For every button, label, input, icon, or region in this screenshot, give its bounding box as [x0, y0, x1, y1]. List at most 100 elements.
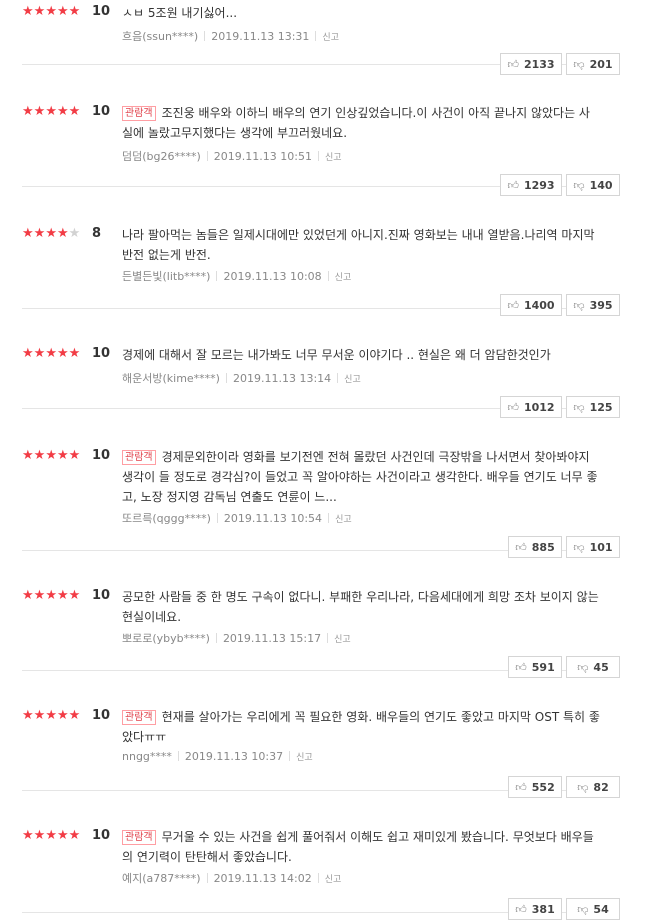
like-button[interactable]: 👍︎ 1012 — [500, 396, 562, 418]
star-icon: ★ — [45, 226, 57, 241]
report-link[interactable]: 신고 — [335, 273, 352, 283]
star-icon: ★ — [22, 104, 34, 119]
review-body: 나라 팔아먹는 놈들은 일제시대에만 있었던게 아니지.진짜 영화보는 내내 열… — [122, 225, 600, 265]
vote-buttons: 👍︎ 2133 👎︎ 201 — [500, 53, 620, 75]
review-author[interactable]: 예지(a787****) — [122, 872, 201, 885]
dislike-button[interactable]: 👎︎ 82 — [566, 776, 620, 798]
star-rating: ★★★★★ — [22, 4, 80, 20]
dislike-count: 201 — [589, 57, 613, 71]
review-item: ★★★★★ 10 경제에 대해서 잘 모르는 내가봐도 너무 무서운 이야기다 ..… — [22, 345, 620, 418]
star-rating: ★★★★★ — [22, 828, 80, 844]
star-rating: ★★★★★ — [22, 226, 80, 242]
star-icon: ★ — [33, 708, 46, 723]
dislike-count: 395 — [589, 298, 613, 312]
like-button[interactable]: 👍︎ 381 — [508, 898, 562, 920]
review-date: 2019.11.13 13:14 — [232, 372, 332, 385]
rating-score: 10 — [92, 104, 111, 119]
review-meta: 해운서방(kime****) 2019.11.13 13:14 신고 — [122, 370, 361, 386]
divider — [337, 373, 339, 383]
dislike-button[interactable]: 👎︎ 45 — [566, 656, 620, 678]
star-icon: ★ — [45, 708, 57, 723]
review-date: 2019.11.13 10:51 — [213, 150, 312, 163]
dislike-count: 54 — [593, 902, 609, 916]
review-meta: 또르륵(qggg****) 2019.11.13 10:54 신고 — [122, 510, 352, 526]
like-button[interactable]: 👍︎ 2133 — [500, 53, 562, 75]
review-author[interactable]: 흐음(ssun****) — [122, 30, 198, 43]
review-text: 현재를 살아가는 우리에게 꼭 필요한 영화. 배우들의 연기도 좋았고 마지막… — [122, 710, 600, 744]
vote-buttons: 👍︎ 885 👎︎ 101 — [508, 536, 620, 558]
divider — [327, 271, 329, 281]
review-body: 관람객 무거울 수 있는 사건을 쉽게 풀어줘서 이해도 쉽고 재미있게 봤습니다… — [122, 827, 600, 867]
thumbs-down-icon: 👎︎ — [573, 540, 585, 554]
divider — [317, 151, 319, 161]
dislike-button[interactable]: 👎︎ 140 — [566, 174, 620, 196]
star-rating: ★★★★★ — [22, 588, 80, 604]
review-meta: 예지(a787****) 2019.11.13 14:02 신고 — [122, 870, 341, 886]
review-author[interactable]: 또르륵(qggg****) — [122, 512, 211, 525]
review-text: ㅅㅂ 5조원 내기싫어... — [122, 6, 238, 20]
star-icon: ★ — [56, 708, 69, 723]
like-button[interactable]: 👍︎ 885 — [508, 536, 562, 558]
review-meta: nngg**** 2019.11.13 10:37 신고 — [122, 750, 313, 763]
divider — [177, 751, 179, 761]
dislike-button[interactable]: 👎︎ 101 — [566, 536, 620, 558]
like-button[interactable]: 👍︎ 591 — [508, 656, 562, 678]
thumbs-up-icon: 👍︎ — [515, 660, 527, 674]
dislike-button[interactable]: 👎︎ 395 — [566, 294, 620, 316]
report-link[interactable]: 신고 — [325, 875, 342, 885]
review-author[interactable]: nngg**** — [122, 750, 172, 763]
star-rating: ★★★★★ — [22, 104, 80, 120]
rating-score: 10 — [92, 588, 111, 603]
star-icon: ★ — [33, 828, 46, 843]
star-icon: ★ — [33, 448, 46, 463]
review-item: ★★★★★ 10 관람객 조진웅 배우와 이하늬 배우의 연기 인상깊었습니다.이 사… — [22, 104, 620, 196]
dislike-button[interactable]: 👎︎ 125 — [566, 396, 620, 418]
star-icon: ★ — [45, 104, 57, 119]
report-link[interactable]: 신고 — [344, 375, 361, 385]
review-author[interactable]: 뽀로로(ybyb****) — [122, 632, 210, 645]
star-icon: ★ — [68, 226, 81, 241]
star-icon: ★ — [68, 4, 81, 19]
like-button[interactable]: 👍︎ 1400 — [500, 294, 562, 316]
divider — [204, 31, 206, 41]
like-count: 552 — [531, 780, 555, 794]
vote-buttons: 👍︎ 591 👎︎ 45 — [508, 656, 620, 678]
star-icon: ★ — [56, 4, 69, 19]
like-button[interactable]: 👍︎ 1293 — [500, 174, 562, 196]
divider — [315, 31, 317, 41]
report-link[interactable]: 신고 — [296, 753, 313, 763]
like-button[interactable]: 👍︎ 552 — [508, 776, 562, 798]
like-count: 1400 — [523, 298, 555, 312]
dislike-button[interactable]: 👎︎ 201 — [566, 53, 620, 75]
divider — [215, 633, 217, 643]
report-link[interactable]: 신고 — [334, 635, 351, 645]
star-icon: ★ — [45, 4, 57, 19]
report-link[interactable]: 신고 — [322, 33, 339, 43]
review-meta: 뽀로로(ybyb****) 2019.11.13 15:17 신고 — [122, 630, 351, 646]
star-icon: ★ — [56, 828, 69, 843]
review-author[interactable]: 든별든빛(litb****) — [122, 270, 210, 283]
review-item: ★★★★★ 10 관람객 현재를 살아가는 우리에게 꼭 필요한 영화. 배우들의 연… — [22, 708, 620, 798]
star-icon: ★ — [68, 346, 81, 361]
viewer-badge: 관람객 — [122, 710, 156, 725]
dislike-count: 140 — [589, 178, 613, 192]
star-icon: ★ — [56, 588, 69, 603]
review-author[interactable]: 덤덤(bg26****) — [122, 150, 201, 163]
review-date: 2019.11.13 10:54 — [223, 512, 323, 525]
star-icon: ★ — [68, 588, 81, 603]
report-link[interactable]: 신고 — [335, 515, 352, 525]
star-icon: ★ — [45, 346, 57, 361]
star-icon: ★ — [56, 104, 69, 119]
review-author[interactable]: 해운서방(kime****) — [122, 372, 220, 385]
star-icon: ★ — [45, 588, 57, 603]
report-link[interactable]: 신고 — [325, 153, 342, 163]
thumbs-down-icon: 👎︎ — [573, 400, 585, 414]
review-body: 경제에 대해서 잘 모르는 내가봐도 너무 무서운 이야기다 .. 현실은 왜 … — [122, 345, 600, 365]
dislike-count: 101 — [589, 540, 613, 554]
review-body: 공모한 사람들 중 한 명도 구속이 없다니. 부패한 우리나라, 다음세대에게… — [122, 587, 600, 627]
dislike-button[interactable]: 👎︎ 54 — [566, 898, 620, 920]
divider — [225, 373, 227, 383]
star-icon: ★ — [33, 346, 46, 361]
review-item: ★★★★★ 10 관람객 무거울 수 있는 사건을 쉽게 풀어줘서 이해도 쉽고 재미… — [22, 827, 620, 920]
star-rating: ★★★★★ — [22, 448, 80, 464]
